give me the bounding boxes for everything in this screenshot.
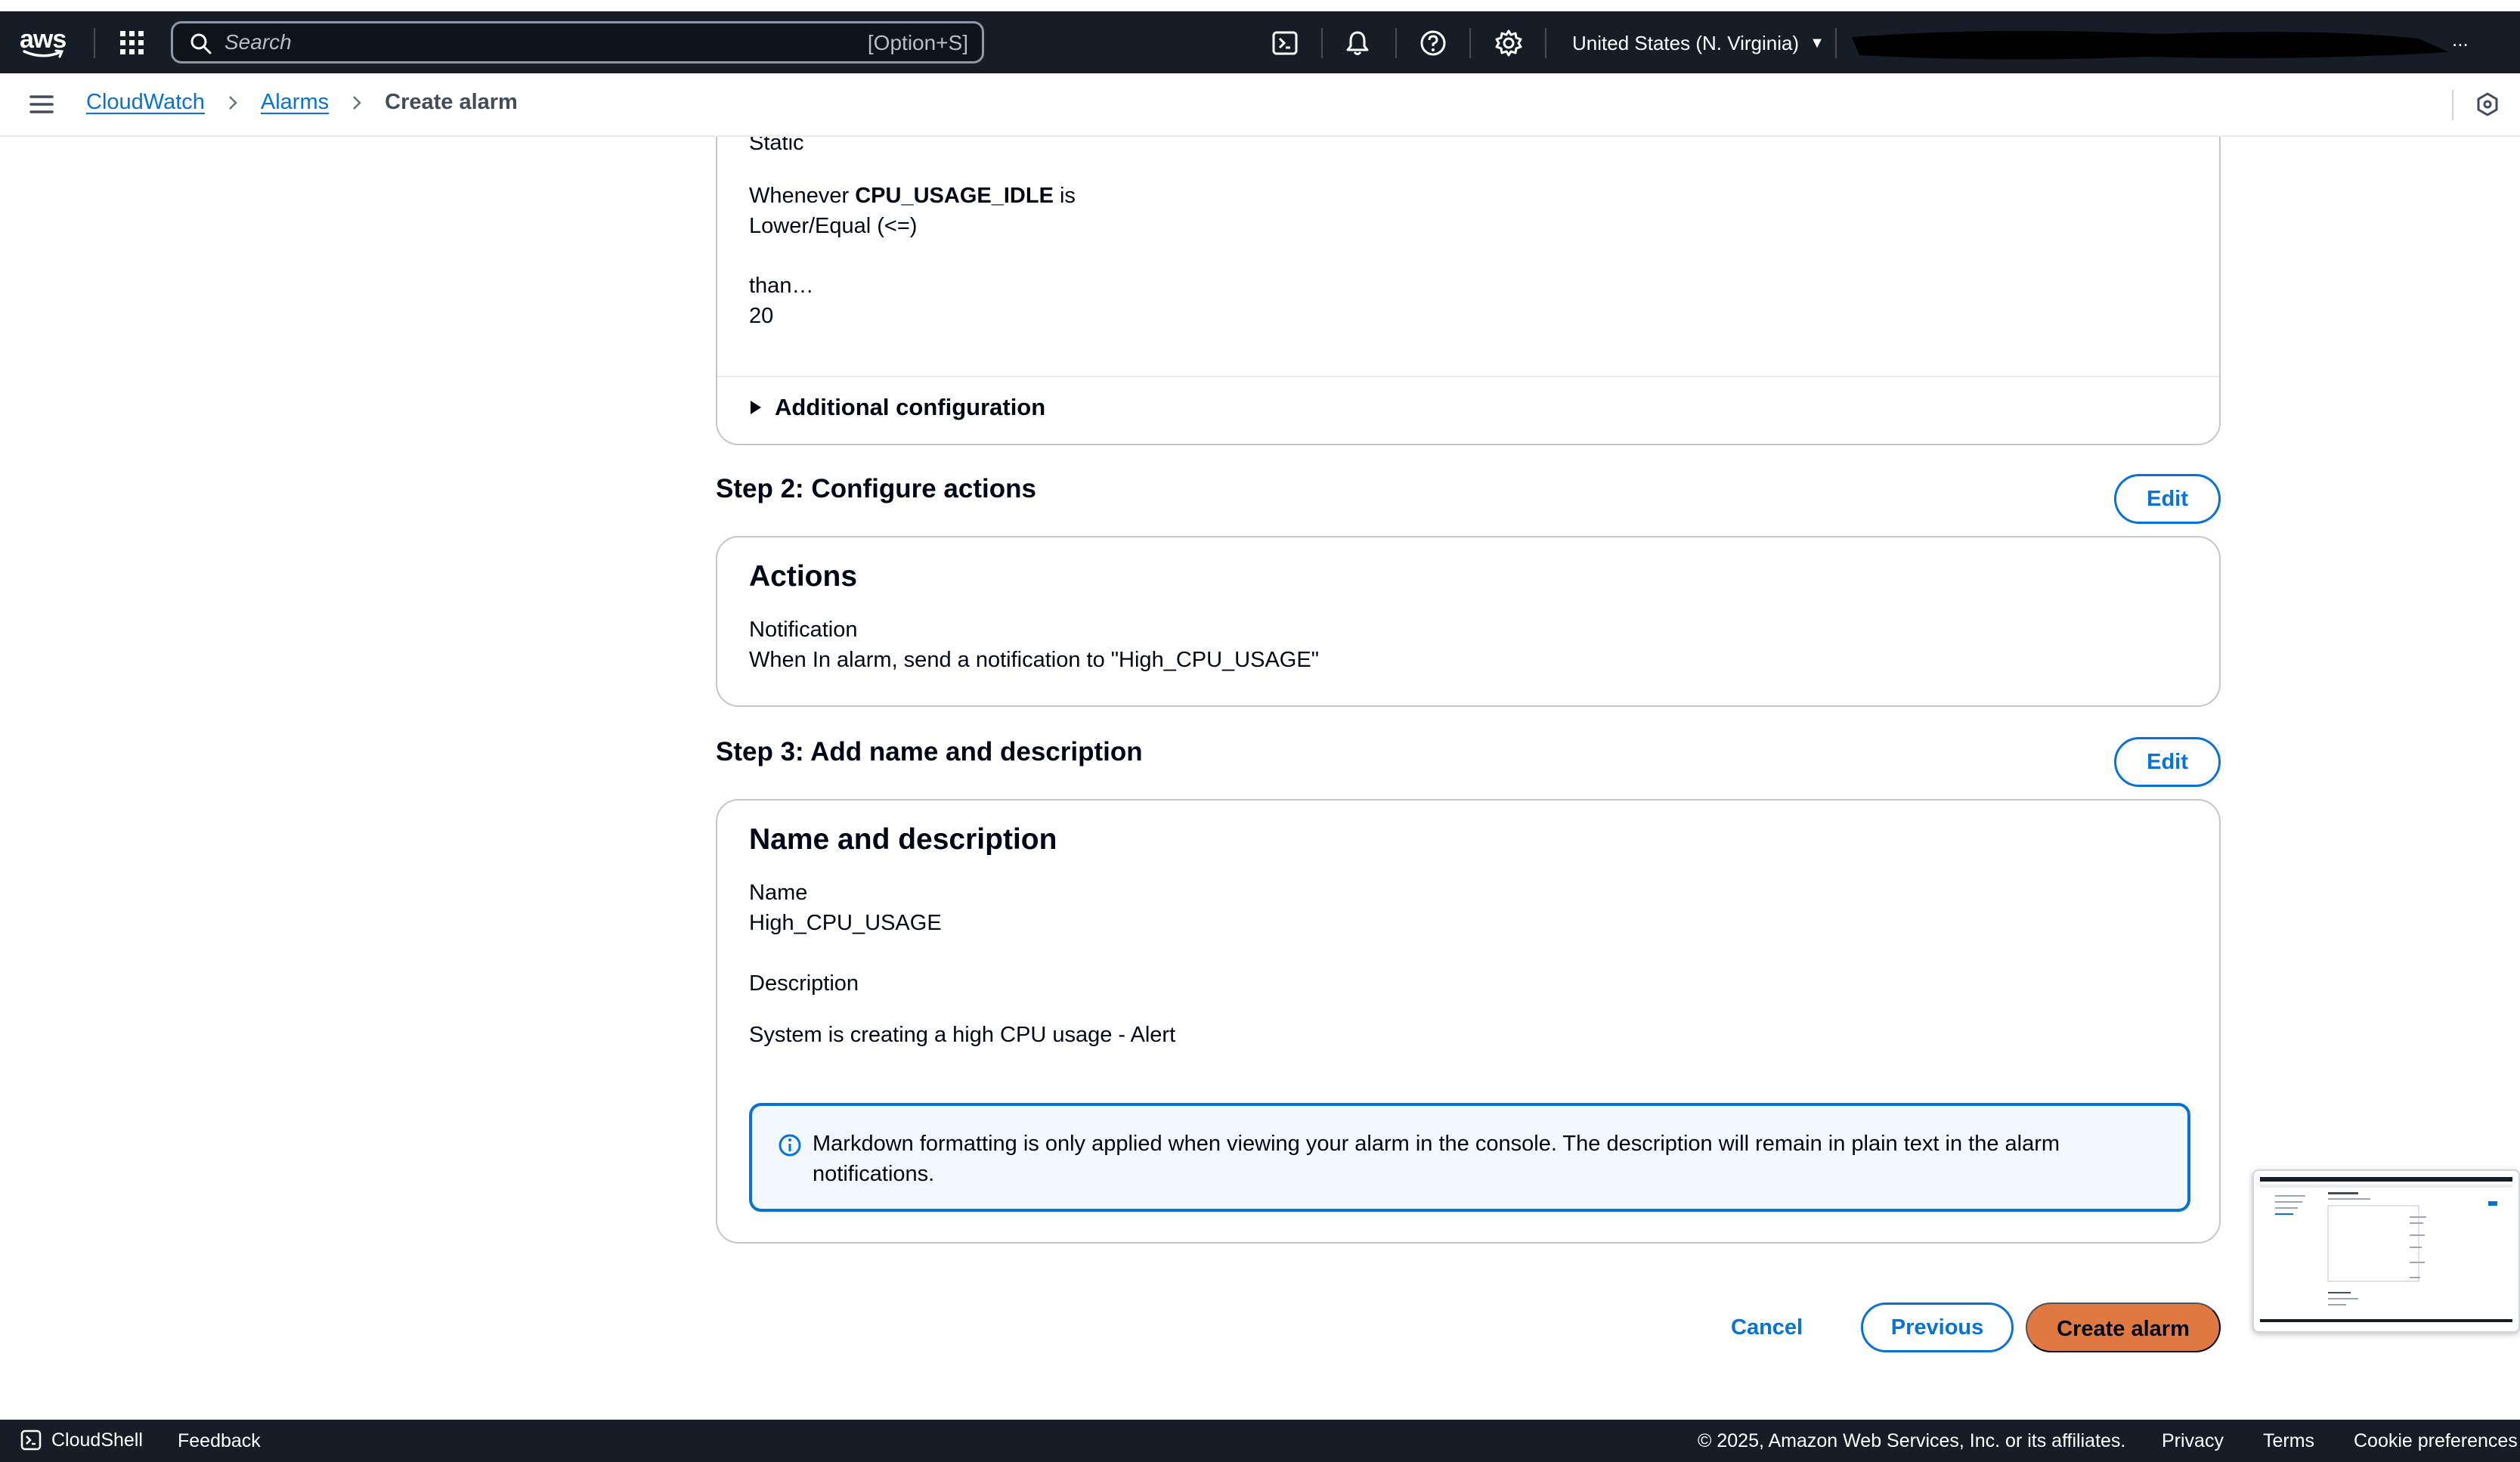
breadcrumb-bar: CloudWatch Alarms Create alarm	[0, 73, 2520, 137]
services-grid-icon[interactable]	[117, 28, 147, 58]
whenever-prefix: Whenever	[749, 184, 850, 208]
additional-configuration-label: Additional configuration	[775, 394, 1046, 420]
metric-name: CPU_USAGE_IDLE	[855, 184, 1054, 208]
cloudshell-icon[interactable]	[1270, 28, 1300, 58]
step2-title: Step 2: Configure actions	[716, 474, 1036, 503]
is-word: is	[1059, 184, 1076, 208]
global-search[interactable]: [Option+S]	[171, 21, 984, 63]
name-value: High_CPU_USAGE	[749, 911, 942, 935]
step3-edit-button[interactable]: Edit	[2114, 737, 2221, 787]
notification-value: When In alarm, send a notification to "H…	[749, 648, 1319, 672]
description-value: System is creating a high CPU usage - Al…	[749, 1023, 1176, 1047]
header-divider	[1395, 28, 1397, 58]
additional-configuration-toggle[interactable]: Additional configuration	[749, 394, 1045, 421]
cookie-preferences-link[interactable]: Cookie preferences	[2354, 1430, 2518, 1452]
caret-right-icon	[751, 401, 761, 414]
privacy-link[interactable]: Privacy	[2162, 1430, 2224, 1452]
settings-gear-icon[interactable]	[1494, 28, 1524, 58]
screenshot-preview-image	[2260, 1177, 2512, 1322]
whenever-condition-line: Whenever CPU_USAGE_IDLE is	[749, 181, 1076, 211]
threshold-value: 20	[749, 304, 774, 328]
global-header: aws [Option+S]	[0, 11, 2520, 73]
notifications-bell-icon[interactable]	[1342, 28, 1373, 58]
chevron-right-icon	[229, 95, 237, 110]
terms-link[interactable]: Terms	[2263, 1430, 2314, 1452]
breadcrumb-current: Create alarm	[385, 90, 518, 114]
step2-edit-button[interactable]: Edit	[2114, 474, 2221, 524]
toolbar-divider	[2452, 90, 2453, 120]
header-divider	[1321, 28, 1323, 58]
section-divider	[717, 376, 2219, 377]
name-label: Name	[749, 881, 808, 905]
cloudshell-icon	[20, 1429, 42, 1451]
help-icon[interactable]	[1418, 28, 1448, 58]
aws-logo[interactable]: aws	[20, 25, 70, 60]
copyright-text: © 2025, Amazon Web Services, Inc. or its…	[1698, 1430, 2126, 1451]
hamburger-menu-icon[interactable]	[29, 93, 54, 116]
window-top-edge	[0, 0, 2520, 11]
search-shortcut-hint: [Option+S]	[867, 31, 968, 54]
cancel-button[interactable]: Cancel	[1731, 1302, 1803, 1352]
threshold-type-value: Static	[749, 137, 804, 155]
account-menu-redacted[interactable]	[1844, 22, 2479, 66]
main-content: Static Whenever CPU_USAGE_IDLE is Lower/…	[0, 137, 2520, 1420]
region-label: United States (N. Virginia)	[1572, 31, 1800, 54]
name-description-card: Name and description Name High_CPU_USAGE…	[716, 799, 2221, 1244]
header-divider	[94, 28, 95, 58]
create-alarm-button[interactable]: Create alarm	[2026, 1302, 2221, 1352]
notification-label: Notification	[749, 618, 858, 642]
breadcrumb: CloudWatch Alarms Create alarm	[86, 90, 518, 115]
aws-smile-icon	[23, 49, 64, 58]
header-divider	[1835, 28, 1837, 58]
chevron-right-icon	[353, 95, 361, 110]
than-label: than…	[749, 274, 814, 298]
search-input[interactable]	[224, 28, 844, 57]
cloudshell-footer-button[interactable]: CloudShell	[20, 1429, 143, 1451]
info-panel-toggle-icon[interactable]	[2475, 91, 2500, 117]
description-label: Description	[749, 971, 859, 996]
step3-title: Step 3: Add name and description	[716, 737, 1143, 767]
actions-card-title: Actions	[749, 560, 858, 593]
search-icon	[190, 33, 212, 54]
breadcrumb-cloudwatch-link[interactable]: CloudWatch	[86, 90, 205, 115]
info-alert-message: Markdown formatting is only applied when…	[813, 1132, 2060, 1186]
caret-down-icon: ▼	[1810, 34, 1825, 51]
screenshot-thumbnail-preview[interactable]	[2252, 1169, 2520, 1333]
info-circle-icon	[779, 1134, 801, 1157]
feedback-link[interactable]: Feedback	[178, 1430, 261, 1452]
account-menu-label[interactable]: ...	[2452, 28, 2469, 51]
name-description-card-title: Name and description	[749, 823, 1057, 856]
region-selector[interactable]: United States (N. Virginia) ▼	[1572, 28, 1825, 58]
header-divider	[1545, 28, 1546, 58]
actions-card: Actions Notification When In alarm, send…	[716, 536, 2221, 707]
previous-button[interactable]: Previous	[1861, 1302, 2014, 1352]
header-divider	[1469, 28, 1471, 58]
step1-metric-card: Static Whenever CPU_USAGE_IDLE is Lower/…	[716, 137, 2221, 445]
console-footer: CloudShell Feedback © 2025, Amazon Web S…	[0, 1420, 2520, 1462]
comparison-operator: Lower/Equal (<=)	[749, 214, 918, 238]
breadcrumb-alarms-link[interactable]: Alarms	[261, 90, 329, 115]
markdown-info-alert: Markdown formatting is only applied when…	[749, 1103, 2190, 1212]
cloudshell-footer-label: CloudShell	[51, 1429, 143, 1451]
